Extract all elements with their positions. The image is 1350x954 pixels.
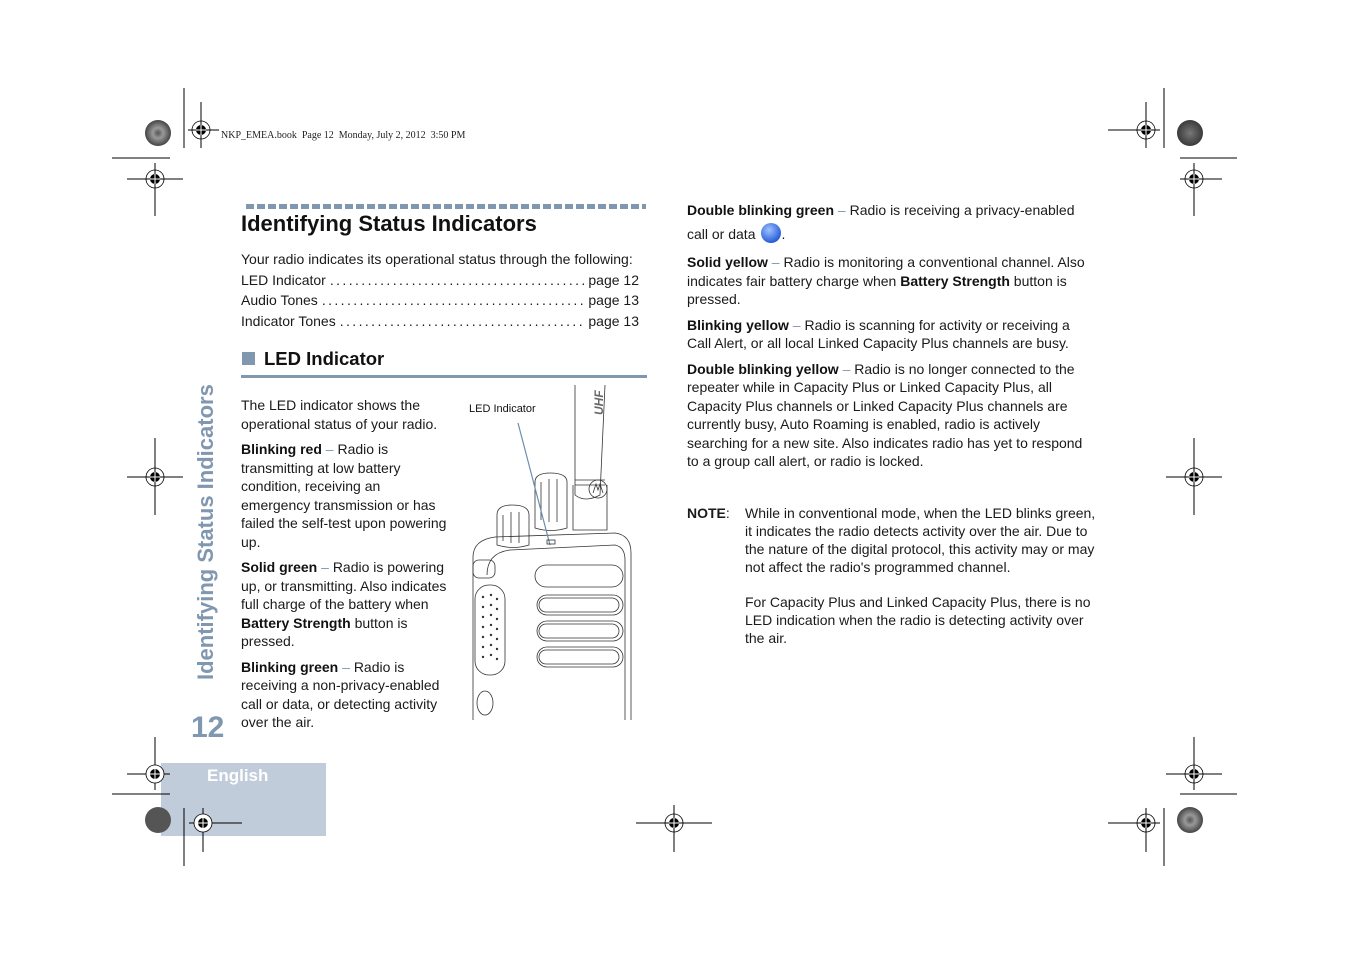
section-title: Identifying Status Indicators <box>241 211 537 236</box>
left-column: The LED indicator shows the operational … <box>241 396 451 739</box>
radio-illustration: UHF <box>472 385 632 720</box>
note-paragraph: While in conventional mode, when the LED… <box>745 505 1096 575</box>
side-chapter-title: Identifying Status Indicators <box>193 384 218 680</box>
toc-entry[interactable]: Audio Tones ............................… <box>241 292 639 308</box>
note-paragraph: For Capacity Plus and Linked Capacity Pl… <box>745 594 1091 646</box>
status-term: Double blinking yellow <box>687 360 839 377</box>
toc-entry[interactable]: LED Indicator ..........................… <box>241 272 639 288</box>
button-name: Battery Strength <box>241 614 351 631</box>
subsection-rule <box>241 375 647 378</box>
status-item-solid-green: Solid green – Radio is powering up, or t… <box>241 559 447 649</box>
button-name: Battery Strength <box>900 272 1010 289</box>
status-term: Blinking yellow <box>687 316 789 333</box>
note-label: NOTE: <box>687 505 730 521</box>
status-term: Double blinking green <box>687 202 835 218</box>
status-item-blinking-yellow: Blinking yellow – Radio is scanning for … <box>687 316 1070 352</box>
subsection-title: LED Indicator <box>264 348 385 369</box>
privacy-icon <box>761 223 782 244</box>
section-divider <box>246 204 646 209</box>
status-item-blinking-red: Blinking red – Radio is transmitting at … <box>241 441 447 550</box>
status-item-blinking-green: Blinking green – Radio is receiving a no… <box>241 658 440 731</box>
led-indicator-icon <box>546 539 556 545</box>
toc-label: Indicator Tones <box>241 313 336 329</box>
status-item-double-blinking-green: Double blinking green – Radio is receivi… <box>687 202 1075 244</box>
callout-leader-line <box>517 422 551 546</box>
right-column: Double blinking green – Radio is receivi… <box>687 198 1092 478</box>
toc-label: LED Indicator <box>241 272 326 288</box>
toc-leader: ........................................… <box>339 313 587 329</box>
section-intro: Your radio indicates its operational sta… <box>241 251 633 267</box>
toc-leader: ........................................… <box>321 292 587 308</box>
status-term: Solid yellow <box>687 254 768 270</box>
note-block: NOTE: While in conventional mode, when t… <box>687 504 1097 647</box>
subsection-intro: The LED indicator shows the operational … <box>241 397 438 432</box>
toc-leader: ........................................… <box>329 272 587 288</box>
uhf-label: UHF <box>592 390 606 415</box>
toc-label: Audio Tones <box>241 292 318 308</box>
status-term: Solid green <box>241 559 318 575</box>
status-term: Blinking green <box>241 658 339 675</box>
page-number: 12 <box>191 711 225 744</box>
status-term: Blinking red <box>241 441 322 457</box>
status-item-double-blinking-yellow: Double blinking yellow – Radio is no lon… <box>687 360 1083 470</box>
subsection-bullet-icon <box>242 352 255 365</box>
toc-entry[interactable]: Indicator Tones ........................… <box>241 313 639 329</box>
status-item-solid-yellow: Solid yellow – Radio is monitoring a con… <box>687 254 1085 307</box>
toc-page: page 13 <box>588 313 639 329</box>
speaker-dots <box>481 593 499 661</box>
toc-page: page 12 <box>588 272 639 288</box>
toc-page: page 13 <box>588 292 639 308</box>
